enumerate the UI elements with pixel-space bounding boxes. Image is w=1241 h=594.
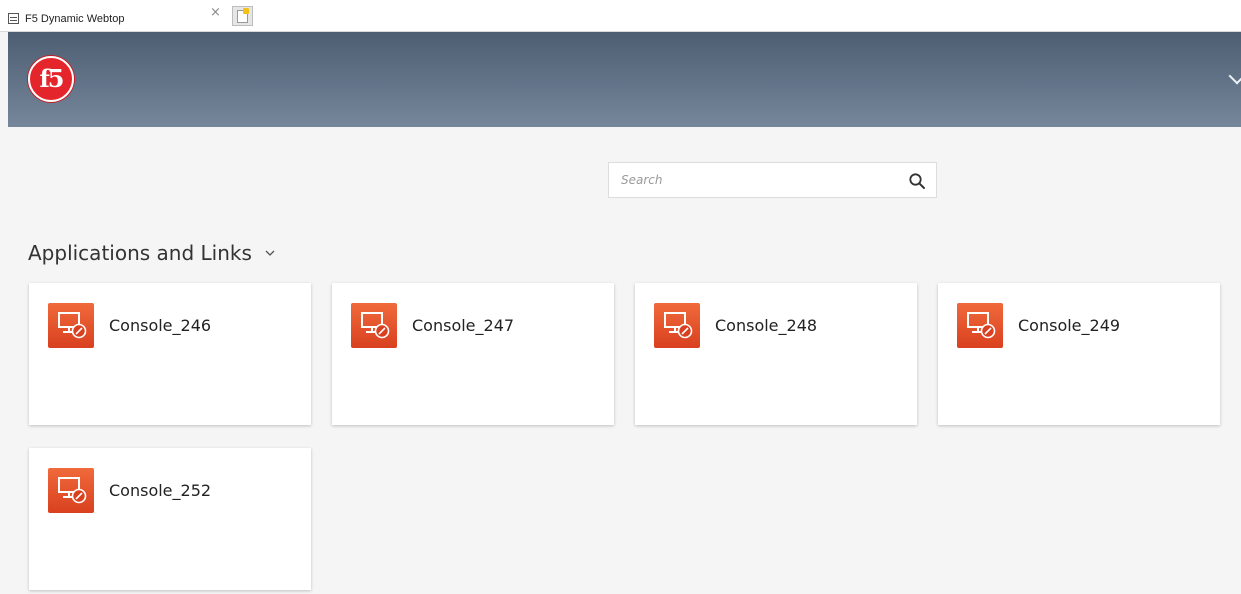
remote-desktop-icon [654,303,700,348]
applications-section-header[interactable]: Applications and Links [28,241,276,265]
webtop-header: f5 [8,32,1241,127]
logo-text: f5 [39,63,64,93]
section-title: Applications and Links [28,241,252,265]
app-tile[interactable]: Console_247 [332,283,614,425]
remote-desktop-icon [48,303,94,348]
app-label[interactable]: Console_246 [109,316,211,335]
page-icon [8,13,19,24]
app-tile[interactable]: Console_249 [938,283,1220,425]
app-label[interactable]: Console_249 [1018,316,1120,335]
tab-title: F5 Dynamic Webtop [25,12,125,25]
tab-close-button[interactable]: × [210,5,221,20]
search-icon[interactable] [908,172,926,190]
browser-tab-bar: F5 Dynamic Webtop × [0,0,1241,32]
remote-desktop-icon [957,303,1003,348]
remote-desktop-icon [351,303,397,348]
browser-tab[interactable]: F5 Dynamic Webtop × [6,5,228,32]
app-label[interactable]: Console_252 [109,481,211,500]
app-tile[interactable]: Console_252 [29,448,311,590]
f5-logo: f5 [28,56,74,102]
app-label[interactable]: Console_248 [715,316,817,335]
app-tile[interactable]: Console_248 [635,283,917,425]
remote-desktop-icon [48,468,94,513]
new-tab-icon [237,8,249,23]
search-box [608,162,937,198]
chevron-down-icon[interactable] [1228,67,1241,85]
new-tab-button[interactable] [232,6,253,26]
chevron-down-icon[interactable] [264,247,276,259]
app-tile[interactable]: Console_246 [29,283,311,425]
app-label[interactable]: Console_247 [412,316,514,335]
search-input[interactable] [609,165,889,195]
